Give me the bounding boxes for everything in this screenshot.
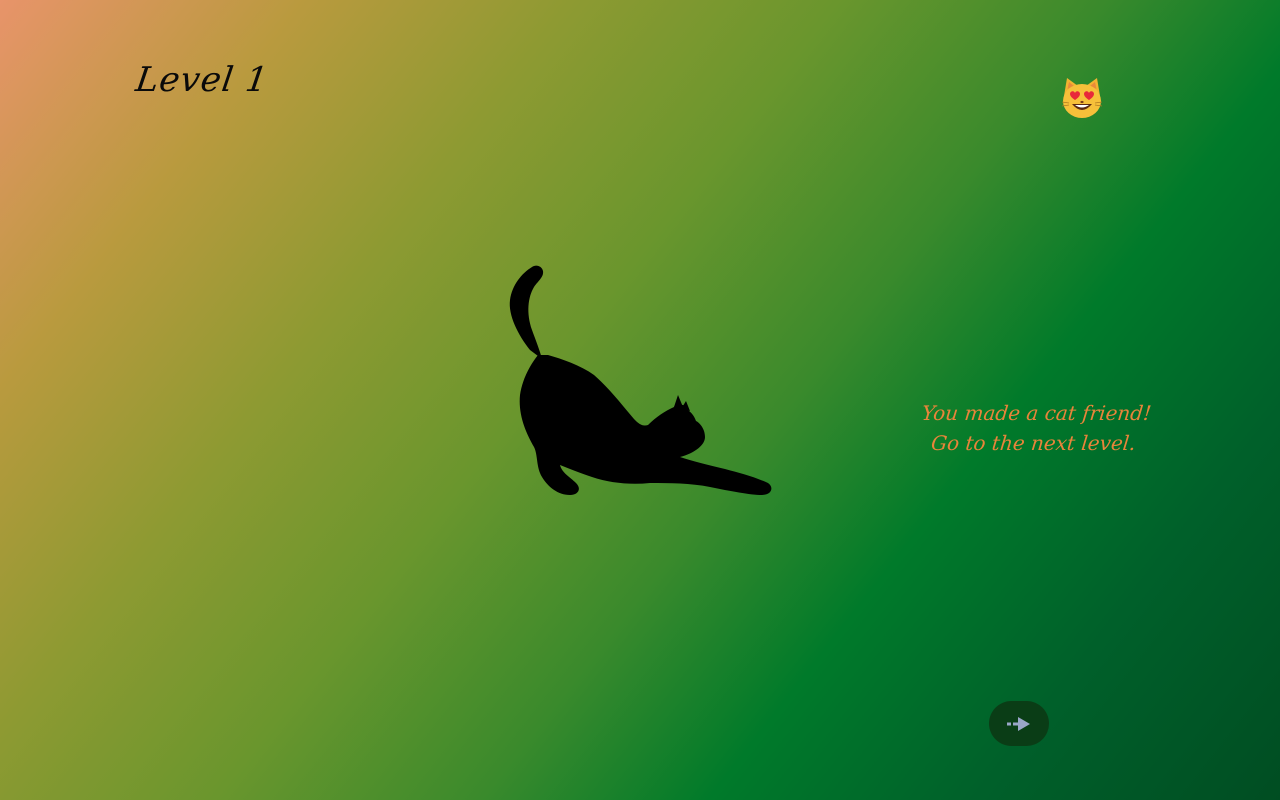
stretching-cat-silhouette[interactable] [500, 255, 780, 505]
arrow-right-icon [1007, 716, 1030, 731]
level-title: Level 1 [133, 60, 272, 100]
next-level-button[interactable] [989, 701, 1049, 746]
message-line-1: You made a cat friend! [920, 401, 1153, 425]
level-complete-message: You made a cat friend! Go to the next le… [897, 398, 1173, 458]
message-line-2: Go to the next level. [929, 431, 1137, 455]
smiling-cat-heart-eyes-icon [1058, 74, 1106, 122]
